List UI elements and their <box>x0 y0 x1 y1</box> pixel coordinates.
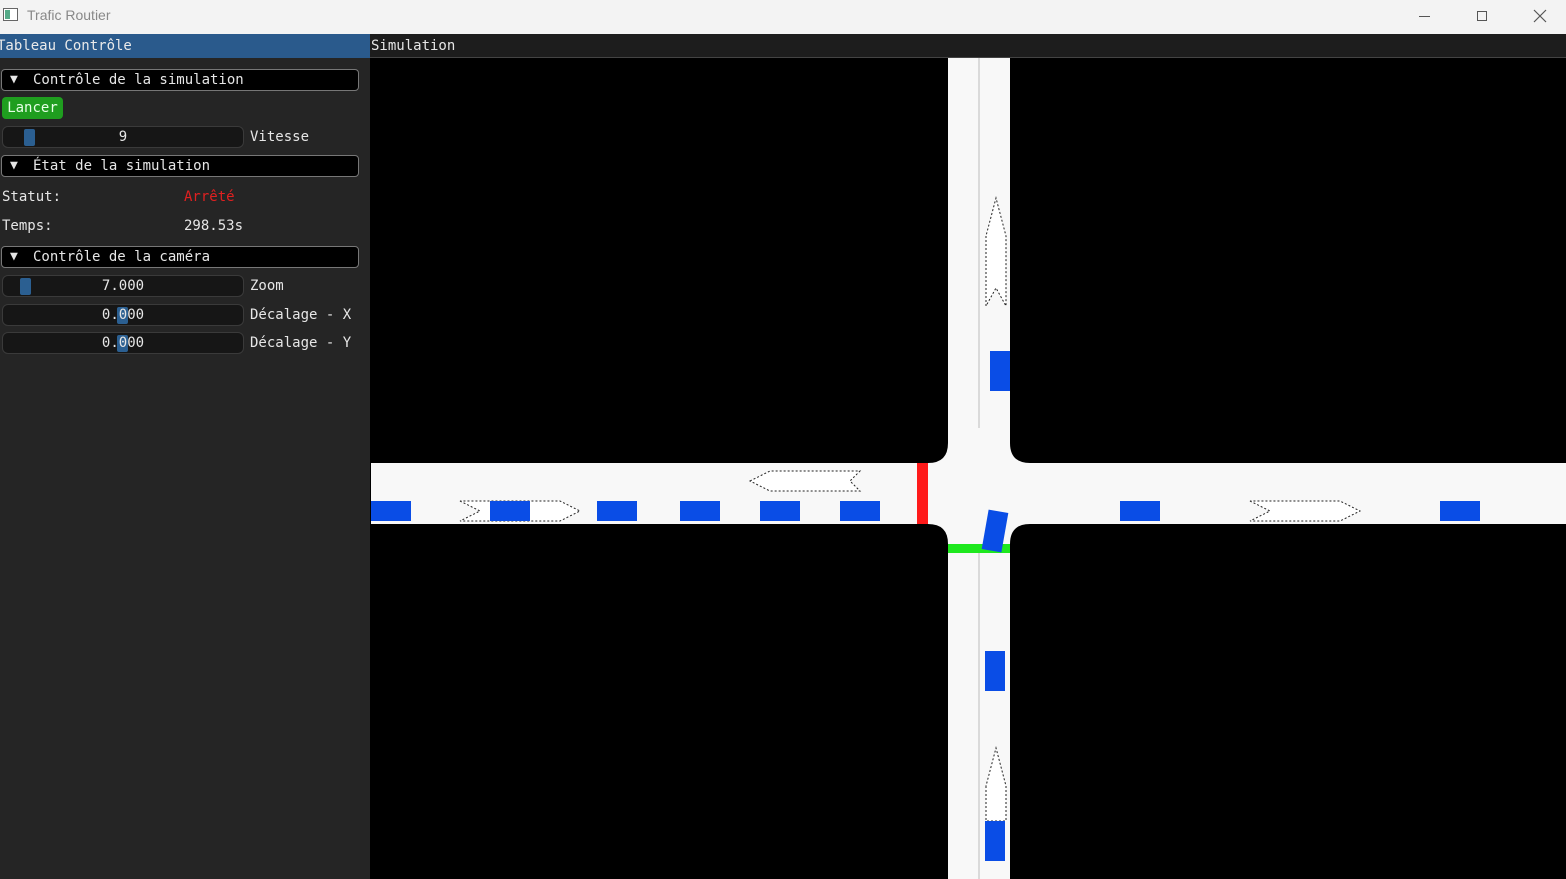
vehicle <box>990 351 1010 391</box>
roads <box>371 58 1566 879</box>
offset-x-slider[interactable]: 0.000 <box>2 304 244 326</box>
offset-y-slider[interactable]: 0.000 <box>2 332 244 354</box>
traffic-light-red <box>917 463 928 524</box>
speed-value: 9 <box>118 129 128 145</box>
vehicle <box>985 651 1005 691</box>
simulation-titlebar[interactable]: Simulation <box>370 34 1566 58</box>
section-header-sim-state[interactable]: ▼ État de la simulation <box>1 155 359 177</box>
vehicle <box>760 501 800 521</box>
vehicle <box>371 501 411 521</box>
window-title: Trafic Routier <box>27 7 111 23</box>
control-panel: Tableau Contrôle ▼ Contrôle de la simula… <box>0 34 370 879</box>
close-icon <box>1533 9 1547 23</box>
corner-nw <box>928 443 948 463</box>
section-header-sim-control[interactable]: ▼ Contrôle de la simulation <box>1 69 359 91</box>
time-value: 298.53s <box>184 218 244 234</box>
vehicle <box>490 501 530 521</box>
minimize-icon <box>1418 15 1430 17</box>
collapse-triangle-icon: ▼ <box>10 249 18 264</box>
simulation-canvas[interactable] <box>371 58 1566 879</box>
zoom-value: 7.000 <box>101 278 145 294</box>
minimize-button[interactable] <box>1395 0 1453 32</box>
status-value: Arrêté <box>184 189 235 205</box>
panel-titlebar[interactable]: Tableau Contrôle <box>0 34 370 58</box>
collapse-triangle-icon: ▼ <box>10 72 18 87</box>
section-header-camera[interactable]: ▼ Contrôle de la caméra <box>1 246 359 268</box>
panel-title: Tableau Contrôle <box>0 38 132 54</box>
close-button[interactable] <box>1511 0 1566 32</box>
launch-button[interactable]: Lancer <box>2 97 63 119</box>
vehicle <box>597 501 637 521</box>
simulation-title: Simulation <box>371 38 456 54</box>
section-title: État de la simulation <box>33 158 211 174</box>
simulation-scene <box>371 58 1566 879</box>
maximize-icon <box>1477 11 1487 21</box>
speed-label: Vitesse <box>250 129 310 145</box>
zoom-label: Zoom <box>250 278 284 294</box>
vehicles <box>371 351 1480 861</box>
section-title: Contrôle de la caméra <box>33 249 211 265</box>
offset-x-label: Décalage - X <box>250 307 352 323</box>
offset-x-value: 0.000 <box>101 307 145 323</box>
vehicle <box>1120 501 1160 521</box>
corner-sw <box>928 524 948 544</box>
ghost-vehicle <box>748 470 862 492</box>
vehicle <box>1440 501 1480 521</box>
vehicle <box>840 501 880 521</box>
corner-se <box>1010 524 1030 544</box>
section-title: Contrôle de la simulation <box>33 72 244 88</box>
offset-y-value: 0.000 <box>101 335 145 351</box>
zoom-slider[interactable]: 7.000 <box>2 275 244 297</box>
app-icon <box>3 8 18 21</box>
vehicle <box>680 501 720 521</box>
maximize-button[interactable] <box>1453 0 1511 32</box>
window-titlebar: Trafic Routier <box>0 0 1566 34</box>
time-label: Temps: <box>2 218 53 234</box>
speed-slider[interactable]: 9 <box>2 126 244 148</box>
corner-ne <box>1010 443 1030 463</box>
status-label: Statut: <box>2 189 62 205</box>
vehicle <box>985 821 1005 861</box>
offset-y-label: Décalage - Y <box>250 335 352 351</box>
collapse-triangle-icon: ▼ <box>10 158 18 173</box>
